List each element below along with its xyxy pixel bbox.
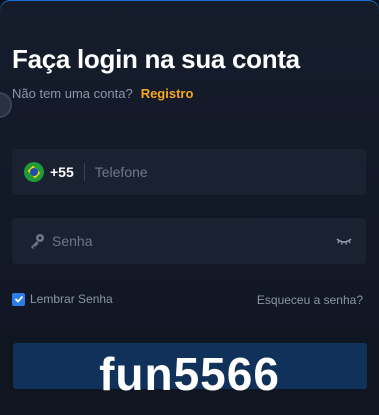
register-link[interactable]: Registro [141,86,194,101]
password-input[interactable]: Senha [52,233,92,249]
phone-field[interactable]: +55 Telefone [12,149,366,195]
page-title: Faça login na sua conta [12,44,300,74]
password-field[interactable]: Senha [12,218,366,264]
eye-closed-icon[interactable] [336,234,352,248]
remember-password[interactable]: Lembrar Senha [12,292,113,306]
divider [83,163,85,181]
phone-input[interactable]: Telefone [95,164,148,180]
remember-checkbox[interactable] [12,292,25,306]
forgot-password-link[interactable]: Esqueceu a senha? [257,293,363,307]
checkmark-icon [14,295,23,303]
key-icon [31,234,44,249]
brazil-flag-icon[interactable] [24,162,44,182]
country-code[interactable]: +55 [50,164,74,180]
remember-label: Lembrar Senha [30,292,113,306]
no-account-text: Não tem uma conta? [12,86,133,101]
register-prompt: Não tem uma conta? Registro [12,86,193,101]
watermark-text: fun5566 [99,348,280,400]
